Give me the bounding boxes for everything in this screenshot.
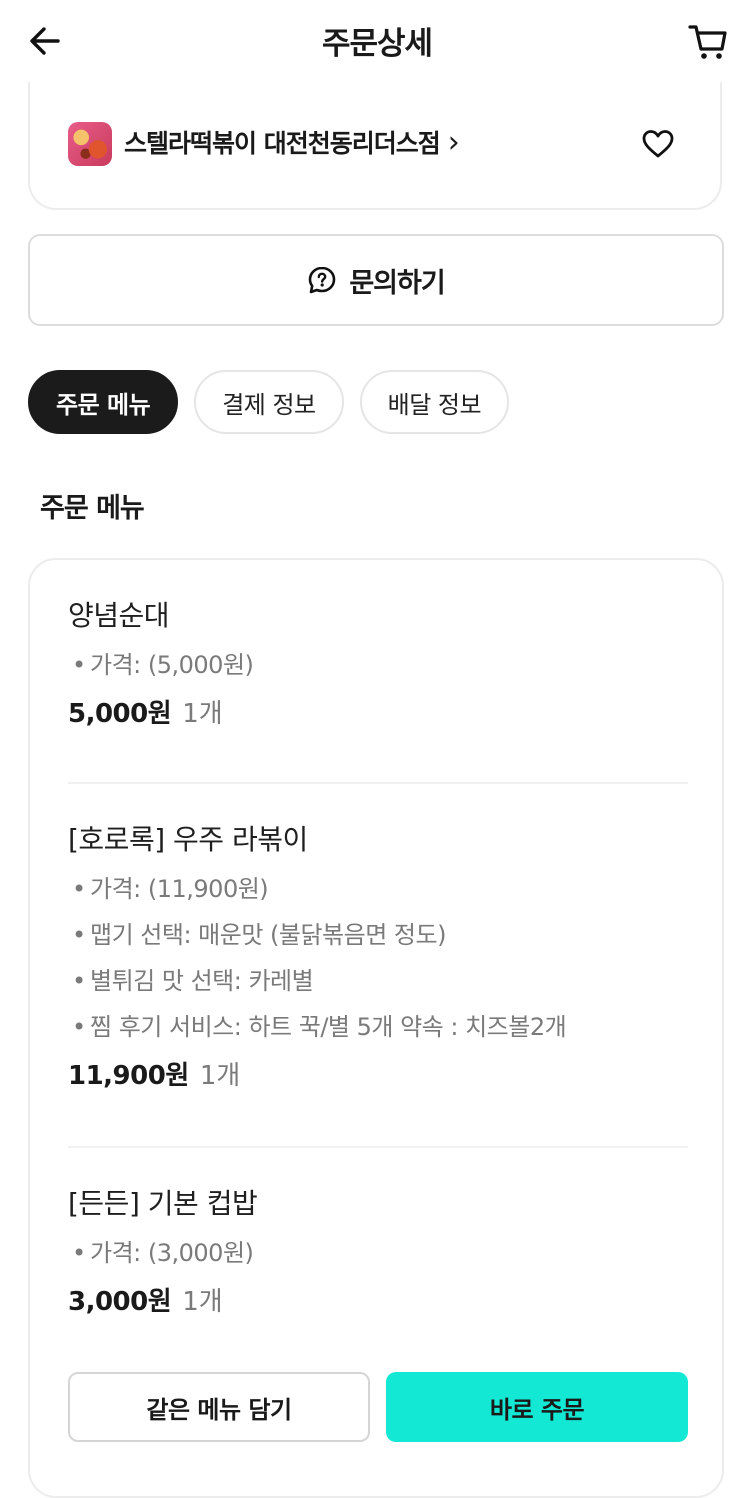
menu-item-qty: 1개 — [182, 699, 223, 729]
tab-bar: 주문 메뉴 결제 정보 배달 정보 — [28, 370, 510, 434]
tab-delivery-info[interactable]: 배달 정보 — [359, 370, 510, 434]
menu-item: [든든] 기본 컵밥 • 가격: (3,000원) 3,000원 1개 — [68, 1184, 688, 1324]
menu-item-option: • 가격: (11,900원) — [72, 875, 269, 903]
page-title: 주문상세 — [321, 26, 433, 62]
divider — [68, 1146, 688, 1148]
menu-item-price: 11,900원 — [68, 1061, 189, 1091]
chevron-right-icon: › — [447, 124, 460, 160]
menu-item-option: • 가격: (3,000원) — [72, 1239, 254, 1267]
menu-item-price-row: 11,900원 1개 — [68, 1054, 688, 1098]
menu-item-option: • 가격: (5,000원) — [72, 651, 254, 679]
menu-item-price-row: 3,000원 1개 — [68, 1280, 688, 1324]
menu-item-name: [호로록] 우주 라볶이 — [68, 823, 308, 856]
menu-item: [호로록] 우주 라볶이 • 가격: (11,900원) • 맵기 선택: 매운맛 … — [68, 820, 688, 1098]
menu-item-option: • 별튀김 맛 선택: 카레별 — [72, 967, 314, 995]
menu-item-option: • 맵기 선택: 매운맛 (불닭볶음면 정도) — [72, 921, 446, 949]
cart-button[interactable] — [686, 22, 730, 62]
heart-outline-icon — [642, 130, 674, 158]
section-title: 주문 메뉴 — [40, 493, 145, 524]
tab-payment-info[interactable]: 결제 정보 — [194, 370, 344, 434]
question-bubble-icon — [309, 266, 336, 294]
inquiry-button[interactable]: 문의하기 — [28, 234, 724, 326]
store-card: 스텔라떡볶이 대전천동리더스점 › — [28, 60, 722, 210]
store-link[interactable]: 스텔라떡볶이 대전천동리더스점 › — [124, 124, 460, 160]
menu-item-price-row: 5,000원 1개 — [68, 692, 688, 736]
order-menu-card: 양념순대 • 가격: (5,000원) 5,000원 1개 [호로록] 우주 라볶… — [28, 558, 724, 1498]
order-now-button[interactable]: 바로 주문 — [386, 1372, 688, 1442]
menu-item-qty: 1개 — [182, 1287, 223, 1317]
menu-item-price: 5,000원 — [68, 699, 172, 729]
menu-item-option: • 찜 후기 서비스: 하트 꾹/별 5개 약속 : 치즈볼2개 — [72, 1013, 567, 1041]
menu-item-price: 3,000원 — [68, 1287, 172, 1317]
menu-item-name: 양념순대 — [68, 599, 170, 632]
divider — [68, 782, 688, 784]
store-logo — [68, 122, 112, 166]
menu-item: 양념순대 • 가격: (5,000원) 5,000원 1개 — [68, 596, 688, 736]
menu-item-name: [든든] 기본 컵밥 — [68, 1187, 258, 1220]
inquiry-label: 문의하기 — [349, 267, 445, 299]
cart-icon — [688, 25, 727, 59]
add-same-menu-button[interactable]: 같은 메뉴 담기 — [68, 1372, 370, 1442]
store-name: 스텔라떡볶이 대전천동리더스점 — [124, 129, 441, 158]
top-app-bar: 주문상세 — [0, 0, 754, 82]
favorite-button[interactable] — [640, 126, 676, 162]
menu-item-qty: 1개 — [199, 1061, 241, 1091]
tab-order-menu[interactable]: 주문 메뉴 — [28, 370, 179, 434]
